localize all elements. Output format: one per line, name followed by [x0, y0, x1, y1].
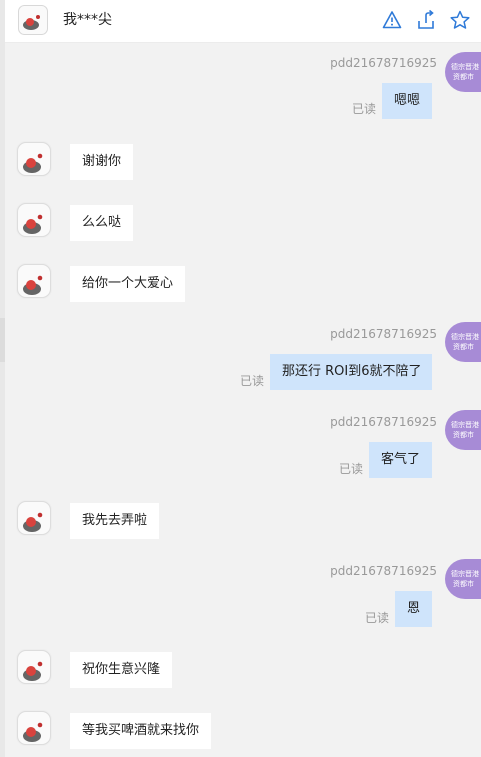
- read-receipt: 已读: [240, 374, 265, 388]
- read-receipt: 已读: [339, 462, 364, 476]
- message-bubble-out[interactable]: 嗯嗯: [382, 83, 432, 119]
- message-bubble-out[interactable]: 恩: [395, 591, 432, 627]
- message-bubble-in[interactable]: 么么哒: [70, 205, 133, 241]
- avatar-text: 资都市: [453, 343, 474, 351]
- message-bubble-out[interactable]: 客气了: [369, 442, 432, 478]
- sender-name: pdd21678716925: [330, 327, 437, 341]
- message-bubble-in[interactable]: 等我买啤酒就来找你: [70, 713, 211, 749]
- contact-avatar-image: [18, 5, 48, 35]
- avatar-text: 资都市: [453, 73, 474, 81]
- self-avatar[interactable]: 德宗晋港 资都市: [445, 322, 481, 362]
- avatar-text: 德宗晋港: [451, 421, 479, 429]
- contact-avatar-small[interactable]: [17, 142, 51, 176]
- message-thread[interactable]: pdd21678716925 德宗晋港 资都市 已读 嗯嗯 谢谢你 么么哒 给你…: [5, 43, 481, 757]
- message-bubble-in[interactable]: 给你一个大爱心: [70, 266, 185, 302]
- contact-avatar-small[interactable]: [17, 501, 51, 535]
- message-bubble-in[interactable]: 我先去弄啦: [70, 503, 159, 539]
- sender-name: pdd21678716925: [330, 415, 437, 429]
- contact-avatar-small[interactable]: [17, 650, 51, 684]
- message-bubble-in[interactable]: 谢谢你: [70, 144, 133, 180]
- avatar-text: 德宗晋港: [451, 63, 479, 71]
- read-receipt: 已读: [352, 102, 377, 116]
- contact-name: 我***尖: [63, 12, 112, 28]
- self-avatar[interactable]: 德宗晋港 资都市: [445, 410, 481, 450]
- avatar-text: 资都市: [453, 580, 474, 588]
- avatar-text: 德宗晋港: [451, 333, 479, 341]
- sender-name: pdd21678716925: [330, 56, 437, 70]
- star-icon[interactable]: [449, 9, 471, 31]
- self-avatar[interactable]: 德宗晋港 资都市: [445, 559, 481, 599]
- warning-icon[interactable]: [381, 9, 403, 31]
- read-receipt: 已读: [365, 611, 390, 625]
- avatar-text: 德宗晋港: [451, 570, 479, 578]
- self-avatar[interactable]: 德宗晋港 资都市: [445, 52, 481, 92]
- avatar-text: 资都市: [453, 431, 474, 439]
- share-icon[interactable]: [415, 9, 437, 31]
- contact-avatar-small[interactable]: [17, 203, 51, 237]
- sender-name: pdd21678716925: [330, 564, 437, 578]
- contact-avatar-small[interactable]: [17, 264, 51, 298]
- message-bubble-out[interactable]: 那还行 ROI到6就不陪了: [270, 354, 432, 390]
- chat-header: 我***尖: [5, 0, 481, 43]
- contact-avatar[interactable]: [18, 5, 48, 35]
- message-bubble-in[interactable]: 祝你生意兴隆: [70, 652, 172, 688]
- contact-avatar-small[interactable]: [17, 711, 51, 745]
